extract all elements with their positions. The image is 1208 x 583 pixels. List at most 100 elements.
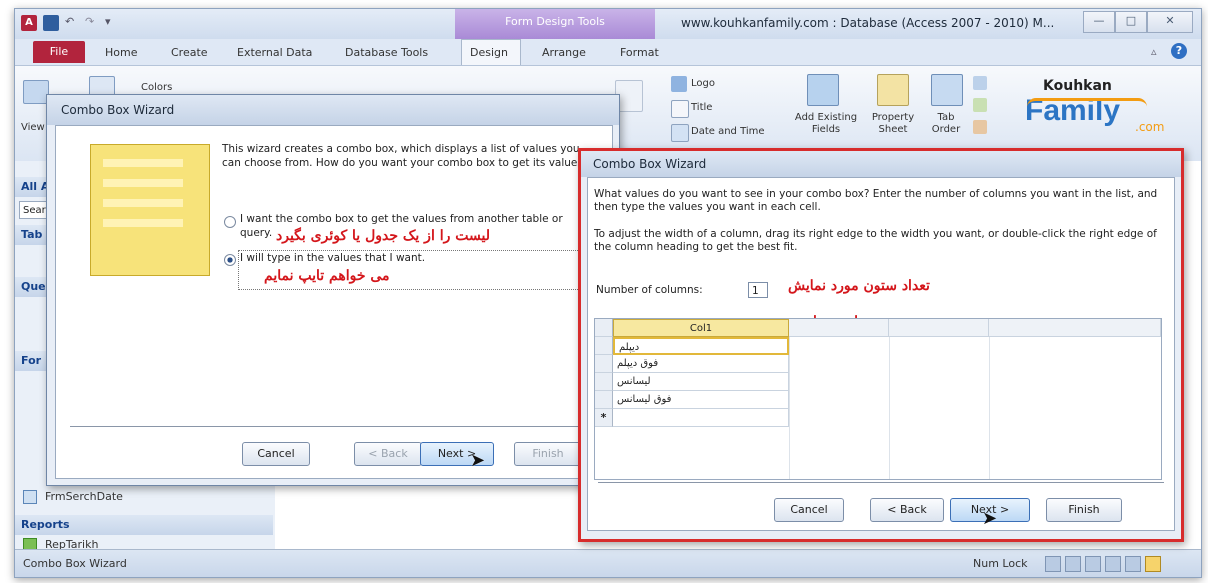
- tab-order-icon[interactable]: [931, 74, 963, 106]
- subform-icon[interactable]: [973, 76, 987, 90]
- wizard1-title: Combo Box Wizard: [61, 103, 175, 117]
- mouse-cursor-icon: ➤: [470, 450, 486, 471]
- tab-create[interactable]: Create: [171, 43, 208, 63]
- preview-line-icon: [103, 219, 183, 227]
- grid-line: [789, 337, 790, 479]
- num-columns-input[interactable]: 1: [748, 282, 768, 298]
- tab-external-data[interactable]: External Data: [237, 43, 312, 63]
- tab-file[interactable]: File: [33, 41, 85, 63]
- preview-line-icon: [103, 199, 183, 207]
- access-app-icon[interactable]: A: [21, 15, 37, 31]
- wizard2-body: What values do you want to see in your c…: [587, 177, 1175, 531]
- values-grid[interactable]: Col1 دیپلم فوق دیپلم لیسانس فوق لیسانس *: [594, 318, 1162, 480]
- num-columns-label: Number of columns:: [596, 284, 703, 296]
- num-lock-indicator: Num Lock: [973, 557, 1028, 570]
- wizard1-title-bar: Combo Box Wizard: [47, 95, 619, 125]
- row-selector[interactable]: [595, 373, 613, 391]
- logo-label[interactable]: Logo: [691, 78, 715, 89]
- row-selector[interactable]: [595, 337, 613, 355]
- grid-empty-header: [989, 319, 1161, 337]
- title-label[interactable]: Title: [691, 102, 712, 113]
- window-title: www.kouhkanfamily.com : Database (Access…: [681, 16, 1055, 30]
- grid-cell[interactable]: لیسانس: [613, 373, 789, 391]
- wizard2-title-bar: Combo Box Wizard: [581, 151, 1181, 177]
- property-sheet-icon[interactable]: [877, 74, 909, 106]
- grid-line: [989, 337, 990, 479]
- option1-annotation: لیست را از یک جدول یا کوئری بگیرد: [276, 228, 490, 244]
- wizard2-resize-hint: To adjust the width of a column, drag it…: [594, 228, 1157, 253]
- wizard2-instructions: What values do you want to see in your c…: [594, 188, 1158, 213]
- datasheet-view-icon[interactable]: [1065, 556, 1081, 572]
- form-design-tools-context: Form Design Tools: [455, 9, 655, 39]
- row-selector[interactable]: [595, 355, 613, 373]
- status-text: Combo Box Wizard: [23, 557, 127, 570]
- wizard1-finish-button[interactable]: Finish: [514, 442, 582, 466]
- customize-qat-icon[interactable]: ▾: [105, 15, 111, 28]
- mouse-cursor-icon: ➤: [982, 508, 998, 529]
- help-icon[interactable]: ?: [1171, 43, 1187, 59]
- grid-empty-header: [889, 319, 989, 337]
- row-selector[interactable]: [595, 391, 613, 409]
- design-view-icon[interactable]: [1145, 556, 1161, 572]
- view-code-icon[interactable]: [973, 98, 987, 112]
- brand-top: Kouhkan: [1043, 78, 1112, 94]
- wizard2-back-button[interactable]: < Back: [870, 498, 944, 522]
- grid-line: [889, 337, 890, 479]
- grid-cell[interactable]: فوق دیپلم: [613, 355, 789, 373]
- add-existing-fields-label[interactable]: Add Existing Fields: [791, 112, 861, 136]
- grid-cell[interactable]: فوق لیسانس: [613, 391, 789, 409]
- brand-swoosh-icon: [1027, 98, 1147, 107]
- layout-view-icon[interactable]: [1125, 556, 1141, 572]
- date-time-label[interactable]: Date and Time: [691, 126, 765, 137]
- pivot-table-view-icon[interactable]: [1085, 556, 1101, 572]
- option-table-query-radio[interactable]: [224, 216, 236, 231]
- tab-order-label[interactable]: Tab Order: [927, 112, 965, 136]
- grid-cell-new[interactable]: [613, 409, 789, 427]
- logo-icon[interactable]: [671, 76, 687, 92]
- wizard1-intro: This wizard creates a combo box, which d…: [222, 143, 589, 169]
- convert-macros-icon[interactable]: [973, 120, 987, 134]
- form-view-icon[interactable]: [1045, 556, 1061, 572]
- form-icon: [23, 490, 37, 504]
- maximize-button[interactable]: □: [1115, 11, 1147, 33]
- colors-label[interactable]: Colors: [141, 82, 172, 93]
- wizard1-body: This wizard creates a combo box, which d…: [55, 125, 613, 479]
- tab-arrange[interactable]: Arrange: [542, 43, 586, 63]
- property-sheet-label[interactable]: Property Sheet: [865, 112, 921, 136]
- num-columns-annotation: تعداد ستون مورد نمایش: [788, 278, 930, 294]
- undo-icon[interactable]: ↶: [65, 15, 74, 28]
- wizard2-title: Combo Box Wizard: [593, 157, 707, 171]
- wizard2-finish-button[interactable]: Finish: [1046, 498, 1122, 522]
- status-bar: Combo Box Wizard Num Lock: [15, 549, 1201, 577]
- wizard2-divider: [598, 482, 1164, 483]
- new-row-marker[interactable]: *: [595, 409, 613, 427]
- view-label: View: [21, 122, 45, 133]
- grid-cell[interactable]: دیپلم: [613, 337, 789, 355]
- preview-line-icon: [103, 179, 183, 187]
- tab-design[interactable]: Design: [470, 43, 508, 63]
- minimize-ribbon-icon[interactable]: ▵: [1151, 45, 1157, 58]
- grid-empty-header: [789, 319, 889, 337]
- title-icon[interactable]: [671, 100, 689, 118]
- option-type-values-label[interactable]: I will type in the values that I want.: [240, 252, 425, 264]
- minimize-button[interactable]: —: [1083, 11, 1115, 33]
- tab-database-tools[interactable]: Database Tools: [345, 43, 428, 63]
- nav-form-item-label: FrmSerchDate: [45, 490, 123, 503]
- wizard2-cancel-button[interactable]: Cancel: [774, 498, 844, 522]
- nav-form-item[interactable]: FrmSerchDate: [23, 487, 263, 507]
- option-type-values-radio[interactable]: [224, 254, 236, 269]
- redo-icon[interactable]: ↷: [85, 15, 94, 28]
- radio-icon: [224, 216, 236, 228]
- wizard1-cancel-button[interactable]: Cancel: [242, 442, 310, 466]
- date-time-icon[interactable]: [671, 124, 689, 142]
- tab-home[interactable]: Home: [105, 43, 137, 63]
- save-icon[interactable]: [43, 15, 59, 31]
- wizard1-back-button[interactable]: < Back: [354, 442, 422, 466]
- grid-column-header[interactable]: Col1: [613, 319, 789, 337]
- close-button[interactable]: ✕: [1147, 11, 1193, 33]
- pivot-chart-view-icon[interactable]: [1105, 556, 1121, 572]
- combo-box-wizard-step2: Combo Box Wizard What values do you want…: [578, 148, 1184, 542]
- add-existing-fields-icon[interactable]: [807, 74, 839, 106]
- nav-reports-header[interactable]: Reports: [15, 515, 273, 535]
- tab-format[interactable]: Format: [620, 43, 659, 63]
